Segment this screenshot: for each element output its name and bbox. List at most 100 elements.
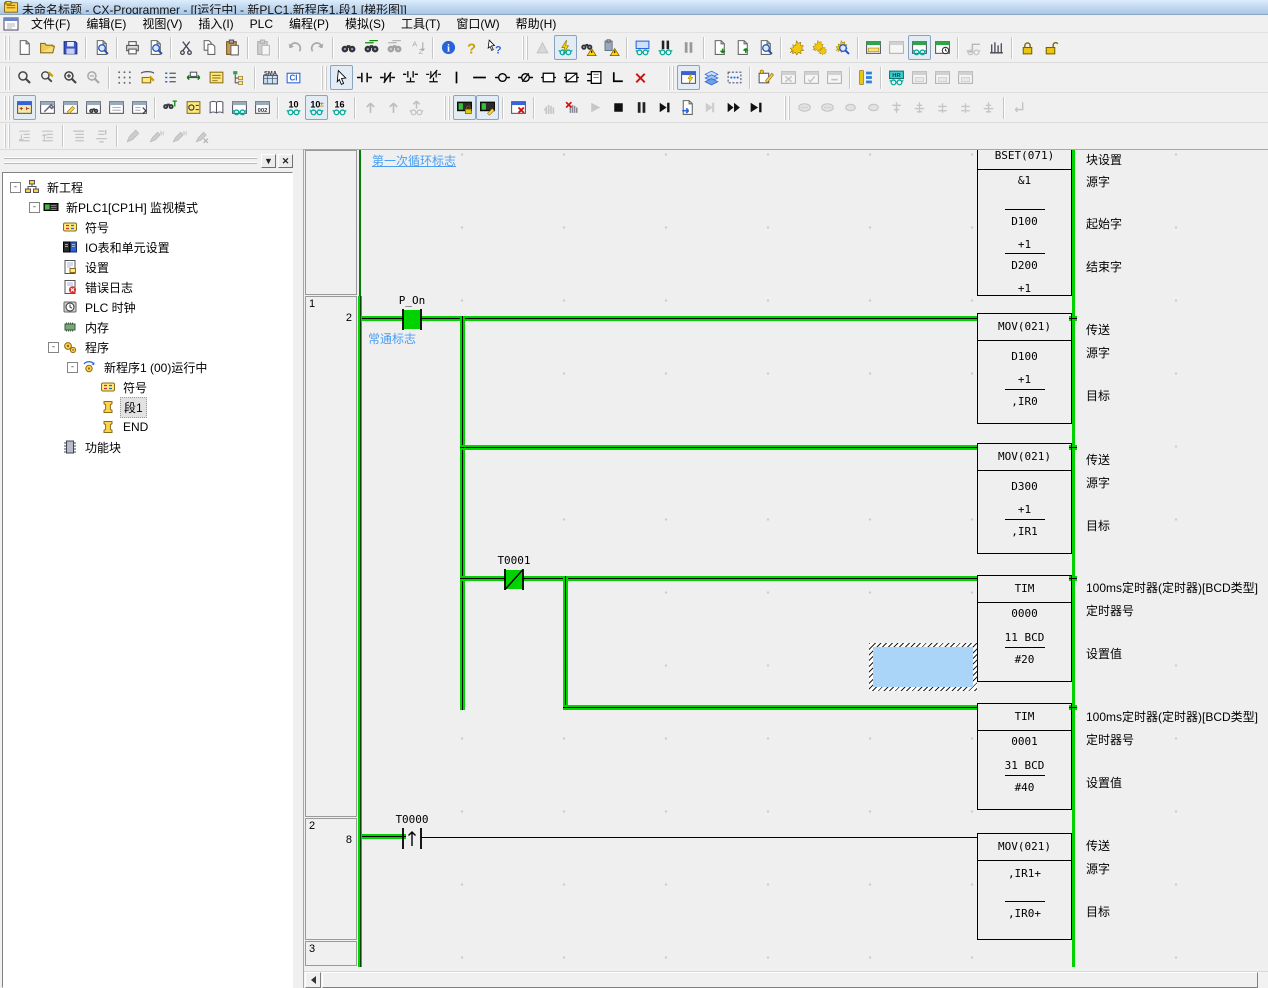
plc-online-button[interactable] [453,95,476,120]
stop-button[interactable] [607,95,630,120]
decimal-monitor-button[interactable]: 10 [282,95,305,120]
mov1-block[interactable]: MOV(021)D100+1,IR0 [977,313,1072,424]
transfer-warning-button[interactable] [600,35,623,60]
signed-decimal-monitor-button[interactable]: 10± [305,95,328,120]
compile-all-button[interactable] [808,35,831,60]
toolbar-grip[interactable] [4,157,257,165]
zoom-tool-button[interactable] [13,65,36,90]
address-reference-tool-button[interactable] [854,65,877,90]
mnemonic-window-button[interactable] [36,95,59,120]
tree-item-plc[interactable]: -新PLC1[CP1H] 监视模式 [3,197,292,217]
horizontal-line-button[interactable] [468,65,491,90]
rung-margin-1[interactable]: 12 [305,296,357,817]
tim2-block[interactable]: TIM000131 BCD#40 [977,703,1072,810]
show-rung-annotation-button[interactable] [205,65,228,90]
contact-t0000[interactable] [401,827,423,850]
new-inverted-instruction-button[interactable] [560,65,583,90]
tree-item-io-table[interactable]: IO表和单元设置 [3,237,292,257]
hex-monitor-button[interactable]: 16 [328,95,351,120]
select-tool-button[interactable] [330,65,353,90]
menu-item-simulation[interactable]: 模拟(S) [337,15,393,32]
menu-item-tools[interactable]: 工具(T) [393,15,448,32]
find-in-project-button[interactable] [90,35,113,60]
output-window-button[interactable]: 002 [251,95,274,120]
chevron-down-icon[interactable]: ▼ [261,154,276,168]
toolbar-grip[interactable] [522,36,529,60]
tree-expander-icon[interactable]: - [66,361,79,374]
new-contact-button[interactable] [353,65,376,90]
step-run-button[interactable] [653,95,676,120]
new-or-contact-button[interactable] [399,65,422,90]
menu-item-plc[interactable]: PLC [242,15,281,32]
child-window-icon[interactable] [3,17,19,31]
data-trace-button[interactable] [985,35,1008,60]
rung-margin-0[interactable] [305,150,357,295]
find-button[interactable] [337,35,360,60]
paste-button[interactable] [221,35,244,60]
watch-window-button[interactable] [228,95,251,120]
pause-monitor-button[interactable] [654,35,677,60]
horizontal-scrollbar[interactable] [304,971,1268,988]
io-table-window-button[interactable] [862,35,885,60]
tree-item-error-log[interactable]: 错误日志 [3,277,292,297]
program-tree-button[interactable] [228,65,251,90]
toolbar-grip[interactable] [4,66,11,90]
cancel-transfer-button[interactable] [507,95,530,120]
function-block-invoke-button[interactable] [583,65,606,90]
line-connect-button[interactable] [606,65,629,90]
rung-comment-button[interactable] [136,65,159,90]
online-monitor-button[interactable] [631,35,654,60]
tree-item-memory[interactable]: 内存 [3,317,292,337]
time-chart-window-button[interactable] [931,35,954,60]
new-instruction-button[interactable] [537,65,560,90]
menu-item-program[interactable]: 编程(P) [281,15,337,32]
symbol-window-button[interactable] [59,95,82,120]
operating-mode-button[interactable] [476,95,499,120]
help-topics-button[interactable]: ? [460,35,483,60]
tree-item-programs[interactable]: -程序 [3,337,292,357]
compare-program-button[interactable] [754,35,777,60]
context-help-button[interactable]: ? [483,35,506,60]
work-online-simulator-button[interactable] [554,35,577,60]
new-closed-coil-button[interactable] [514,65,537,90]
edit-breakpoint-button[interactable] [754,65,777,90]
cross-reference-button[interactable] [159,95,182,120]
mov3-block[interactable]: MOV(021),IR1+,IR0+ [977,833,1072,940]
properties-window-button[interactable] [128,95,151,120]
vertical-line-button[interactable] [445,65,468,90]
toolbar-grip[interactable] [4,36,11,60]
show-mnemonics-button[interactable]: SMA [259,65,282,90]
compile-button[interactable] [785,35,808,60]
tree-item-function-blocks[interactable]: 功能块 [3,437,292,457]
menu-item-edit[interactable]: 编辑(E) [78,15,134,32]
toolbar-grip[interactable] [784,96,791,120]
simulator-settings-button[interactable] [723,65,746,90]
about-button[interactable]: i [437,35,460,60]
replace-button[interactable] [360,35,383,60]
set-password-button[interactable] [1016,35,1039,60]
tree-item-plc-clock[interactable]: PLC 时钟 [3,297,292,317]
release-password-button[interactable] [1039,35,1062,60]
new-closed-contact-button[interactable] [376,65,399,90]
scroll-left-arrow[interactable] [305,972,321,988]
step-into-button[interactable] [676,95,699,120]
zoom-custom-button[interactable] [36,65,59,90]
online-edit-button[interactable] [831,35,854,60]
toolbar-grip[interactable] [444,96,451,120]
save-button[interactable] [59,35,82,60]
tree-expander-icon[interactable]: - [47,341,60,354]
toggle-grid-button[interactable] [113,65,136,90]
scan-run-button[interactable] [745,95,768,120]
workspace-header[interactable]: ▼ ✕ [2,152,293,170]
tree-item-end-section[interactable]: END [3,417,292,437]
toolbar-grip[interactable] [668,66,675,90]
contact-p-on[interactable] [401,308,423,331]
io-comment-width-button[interactable] [182,65,205,90]
rung-margin-2[interactable]: 28 [305,818,357,940]
close-icon[interactable]: ✕ [278,154,293,168]
address-book-button[interactable] [205,95,228,120]
toolbar-grip[interactable] [321,66,328,90]
print-preview-button[interactable] [144,35,167,60]
menu-item-help[interactable]: 帮助(H) [508,15,565,32]
scan-stack-button[interactable] [700,65,723,90]
